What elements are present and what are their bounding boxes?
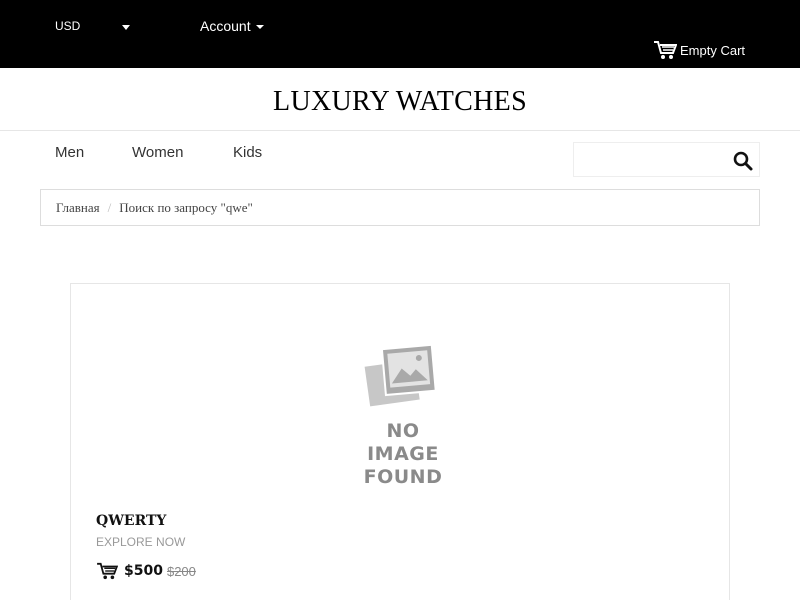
product-image[interactable]: NO IMAGE FOUND — [348, 342, 458, 488]
breadcrumb-separator: / — [107, 200, 112, 215]
explore-now-link[interactable]: EXPLORE NOW — [96, 535, 185, 549]
nav-item-women[interactable]: Women — [132, 144, 183, 161]
site-logo[interactable]: LUXURY WATCHES — [0, 86, 800, 118]
product-old-price: $200 — [166, 563, 196, 579]
search-input[interactable] — [578, 147, 726, 173]
nav-item-kids[interactable]: Kids — [233, 144, 262, 161]
no-image-line-1: NO IMAGE — [367, 420, 439, 465]
no-image-text: NO IMAGE FOUND — [348, 420, 458, 489]
product-price: $500 — [124, 563, 163, 579]
no-image-line-2: FOUND — [363, 466, 443, 488]
breadcrumb: Главная / Поиск по запросу "qwe" — [40, 189, 760, 226]
breadcrumb-current: Поиск по запросу "qwe" — [119, 200, 253, 215]
price-row: $500 $200 — [96, 562, 196, 580]
product-card[interactable]: NO IMAGE FOUND QWERTY EXPLORE NOW $500 $… — [70, 283, 730, 600]
top-bar: USD Account Empty Cart — [0, 0, 800, 68]
cart-link[interactable]: Empty Cart — [653, 40, 745, 60]
account-label: Account — [200, 18, 251, 34]
header: LUXURY WATCHES — [0, 68, 800, 131]
cart-icon — [654, 41, 677, 59]
cart-label: Empty Cart — [680, 42, 746, 58]
cart-icon[interactable] — [96, 562, 118, 580]
search-box — [573, 142, 760, 177]
chevron-down-icon — [255, 25, 264, 30]
currency-selector[interactable]: USD — [55, 19, 80, 33]
nav-item-men[interactable]: Men — [55, 144, 84, 161]
product-name[interactable]: QWERTY — [96, 513, 166, 529]
search-icon[interactable] — [732, 150, 754, 172]
breadcrumb-home[interactable]: Главная — [56, 200, 100, 215]
image-placeholder-icon — [362, 343, 437, 409]
account-menu[interactable]: Account — [200, 18, 264, 34]
chevron-down-icon[interactable] — [122, 25, 130, 30]
